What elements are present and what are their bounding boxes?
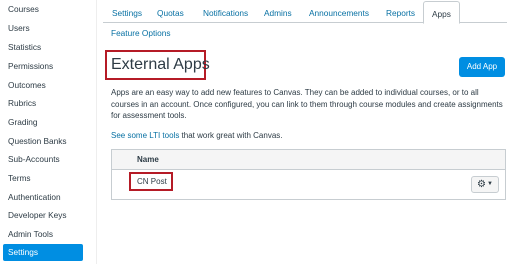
apps-description: Apps are an easy way to add new features…	[111, 88, 503, 120]
account-sidebar: Courses Users Statistics Permissions Out…	[0, 0, 84, 264]
add-app-button[interactable]: Add App	[459, 57, 505, 77]
caret-down-icon: ▼	[487, 181, 493, 187]
sidebar-item-statistics[interactable]: Statistics	[3, 39, 83, 56]
lti-tools-line: See some LTI tools that work great with …	[111, 131, 282, 140]
sidebar-item-settings[interactable]: Settings	[3, 244, 83, 261]
tab-reports[interactable]: Reports	[378, 4, 423, 23]
sidebar-item-grading[interactable]: Grading	[3, 114, 83, 131]
sidebar-divider	[96, 0, 97, 264]
table-row: CN Post ⚙▼	[112, 170, 505, 199]
settings-tabbar: Settings Quotas Notifications Admins Ann…	[103, 0, 507, 24]
lti-tools-suffix: that work great with Canvas.	[179, 131, 283, 140]
sidebar-item-sub-accounts[interactable]: Sub-Accounts	[3, 151, 83, 168]
column-header-name: Name	[137, 155, 159, 164]
tab-announcements[interactable]: Announcements	[301, 4, 377, 23]
tab-quotas[interactable]: Quotas	[149, 4, 192, 23]
sidebar-item-courses[interactable]: Courses	[3, 1, 83, 18]
tab-notifications[interactable]: Notifications	[195, 4, 256, 23]
external-apps-table: Name CN Post ⚙▼	[111, 149, 506, 200]
sidebar-item-terms[interactable]: Terms	[3, 170, 83, 187]
sidebar-item-rubrics[interactable]: Rubrics	[3, 95, 83, 112]
sidebar-item-question-banks[interactable]: Question Banks	[3, 133, 83, 150]
tab-apps[interactable]: Apps	[423, 1, 460, 24]
app-settings-button[interactable]: ⚙▼	[471, 176, 499, 193]
tab-feature-options[interactable]: Feature Options	[106, 26, 176, 40]
tab-admins[interactable]: Admins	[256, 4, 300, 23]
sidebar-item-developer-keys[interactable]: Developer Keys	[3, 207, 83, 224]
sidebar-item-users[interactable]: Users	[3, 20, 83, 37]
sidebar-item-outcomes[interactable]: Outcomes	[3, 77, 83, 94]
sidebar-item-admin-tools[interactable]: Admin Tools	[3, 226, 83, 243]
tab-settings[interactable]: Settings	[104, 4, 150, 23]
lti-tools-link[interactable]: See some LTI tools	[111, 131, 179, 140]
sidebar-item-authentication[interactable]: Authentication	[3, 189, 83, 206]
page-title: External Apps	[111, 56, 210, 73]
app-name: CN Post	[137, 177, 167, 186]
gear-icon: ⚙	[477, 179, 486, 190]
sidebar-item-permissions[interactable]: Permissions	[3, 58, 83, 75]
table-header: Name	[112, 150, 505, 170]
